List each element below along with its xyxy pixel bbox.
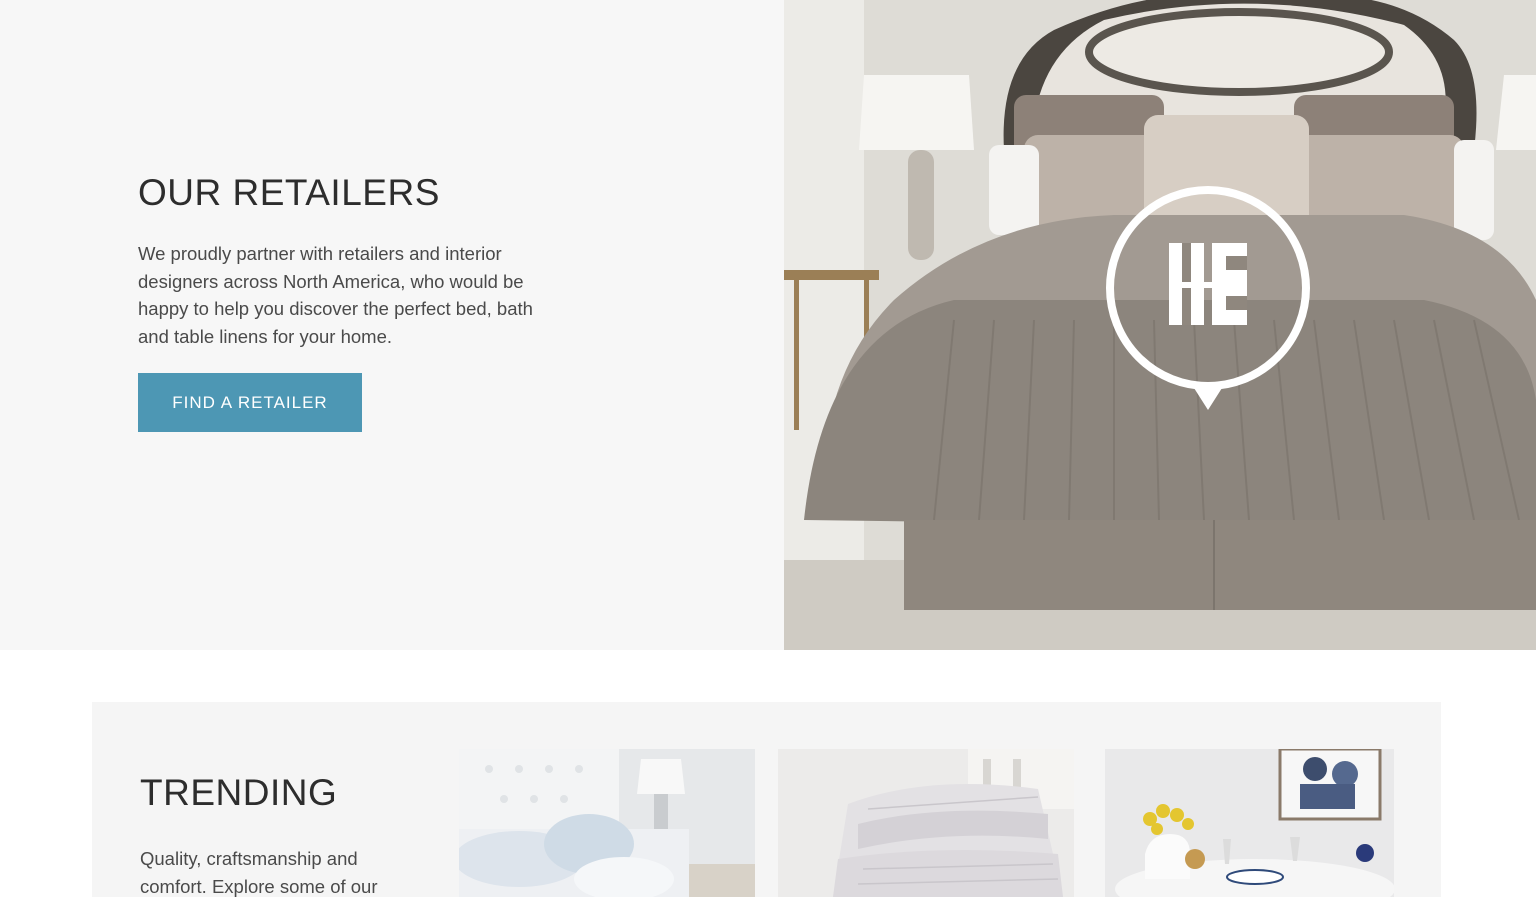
bedroom-pillows-image (459, 749, 755, 897)
table-setting-image (1105, 749, 1394, 897)
trending-card-quilt[interactable] (778, 749, 1074, 897)
trending-card-table[interactable] (1105, 749, 1394, 897)
trending-description: Quality, craftsmanship and comfort. Expl… (140, 848, 378, 897)
folded-quilt-image (778, 749, 1074, 897)
retailers-bedroom-image (784, 0, 1536, 650)
trending-section: TRENDING Quality, craftsmanship and comf… (92, 702, 1441, 897)
trending-card-bedroom[interactable] (459, 749, 755, 897)
find-retailer-button[interactable]: FIND A RETAILER (138, 373, 362, 432)
trending-heading: TRENDING (140, 772, 338, 813)
retailers-heading: OUR RETAILERS (138, 172, 440, 213)
retailers-section: OUR RETAILERS We proudly partner with re… (0, 0, 1536, 650)
retailers-description: We proudly partner with retailers and in… (138, 243, 533, 347)
